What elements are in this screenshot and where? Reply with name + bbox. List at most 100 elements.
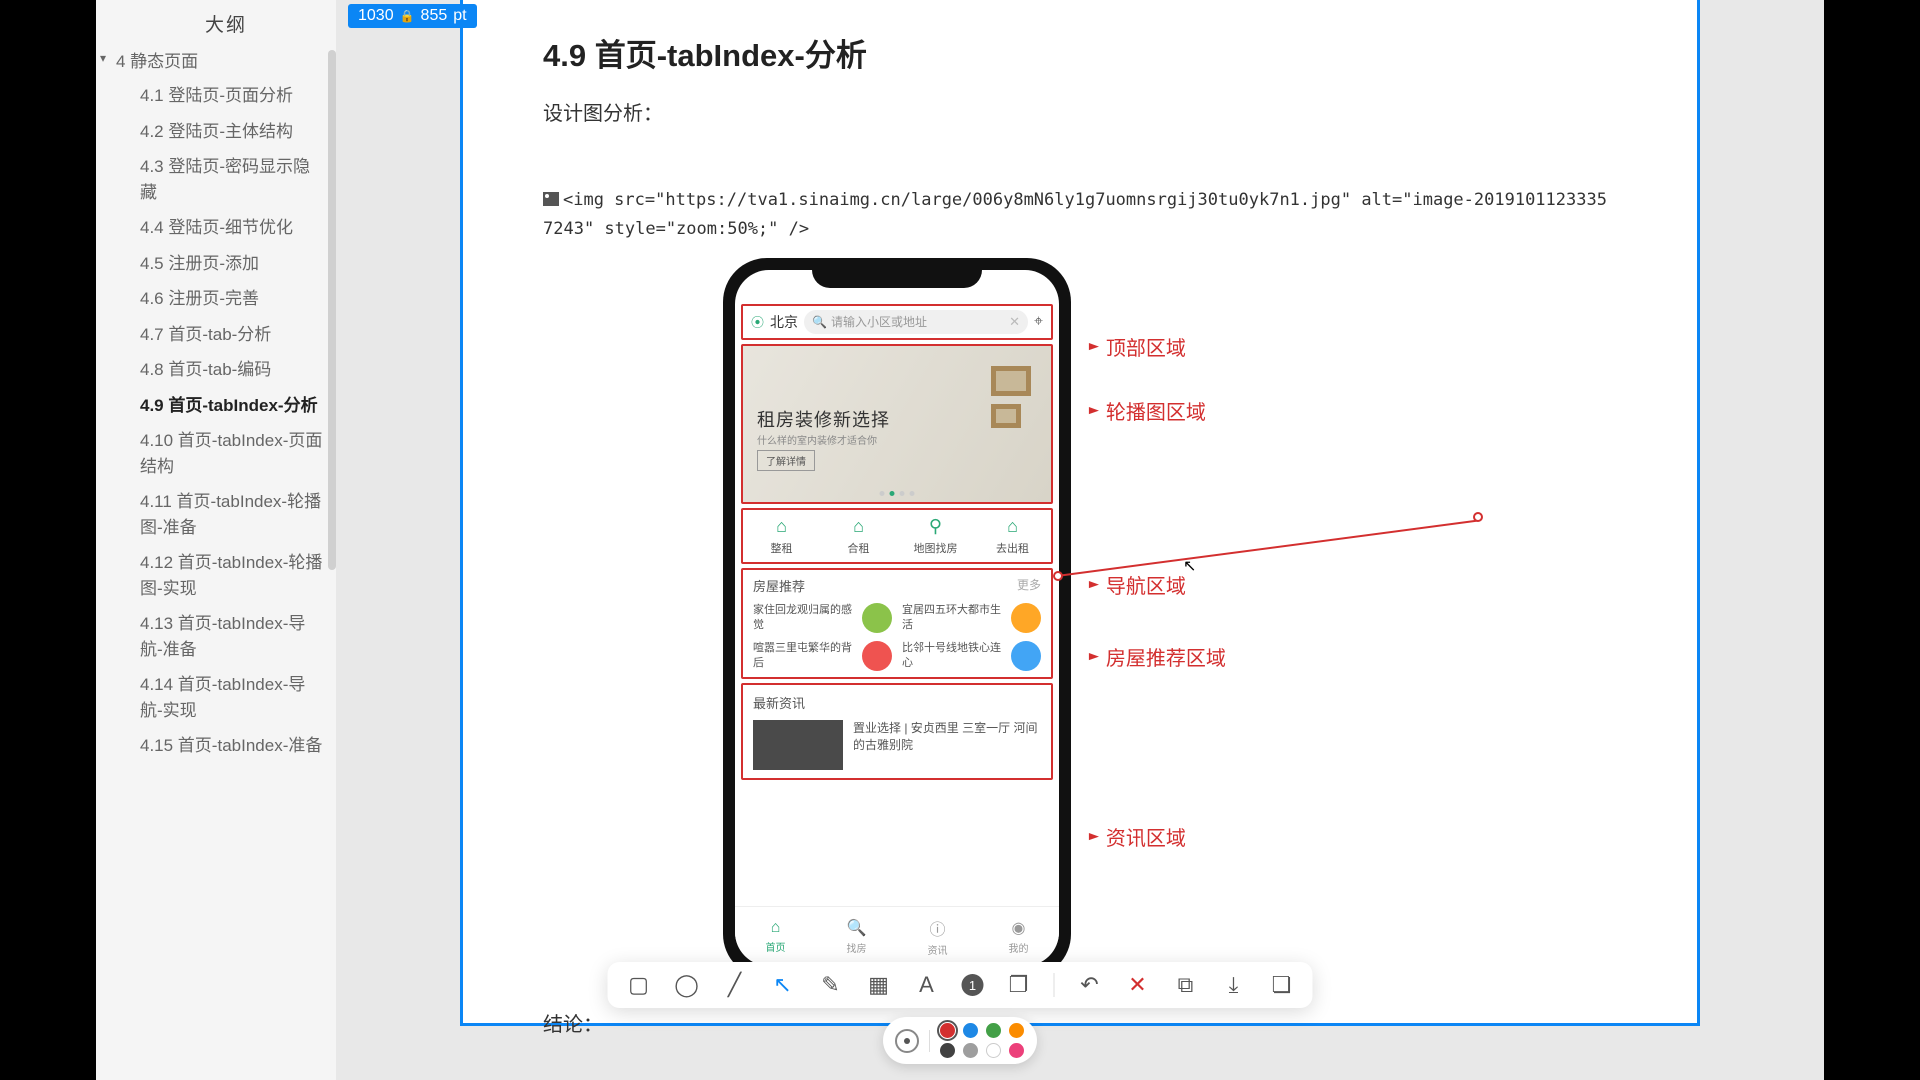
news-item[interactable]: 置业选择 | 安贞西里 三室一厅 河间的古雅别院 — [753, 720, 1041, 770]
toc-item[interactable]: 4.2 登陆页-主体结构 — [126, 114, 326, 150]
brush-size[interactable] — [895, 1029, 919, 1053]
map-icon[interactable]: ⌖ — [1034, 313, 1043, 331]
info-icon: ⓘ — [929, 916, 945, 940]
toc-item[interactable]: 4.15 首页-tabIndex-准备 — [126, 728, 326, 764]
share-house-icon: ⌂ — [853, 516, 864, 537]
rec-item[interactable]: 喧嚣三里屯繁华的背后 — [753, 641, 892, 671]
nav-item[interactable]: ⌂合租 — [820, 510, 897, 562]
toc-item[interactable]: 4.1 登陆页-页面分析 — [126, 78, 326, 114]
toc-item[interactable]: 4.3 登陆页-密码显示隐藏 — [126, 149, 326, 210]
close-button[interactable]: ✕ — [1125, 972, 1151, 998]
location-pin-icon: ⦿ — [751, 312, 764, 331]
rect-tool[interactable]: ▢ — [626, 972, 652, 998]
toc-item[interactable]: 4.9 首页-tabIndex-分析 — [126, 388, 326, 424]
cursor-icon: ↖ — [1183, 556, 1196, 576]
pencil-tool[interactable]: ✎ — [818, 972, 844, 998]
annot-rec: 房屋推荐区域 — [1088, 642, 1226, 671]
banner-subtitle: 什么样的室内装修才适合你 — [757, 432, 877, 447]
color-swatch[interactable] — [986, 1023, 1001, 1038]
drawn-arrow-line[interactable] — [1057, 519, 1479, 576]
page-heading: 4.9 首页-tabIndex-分析 — [543, 30, 1617, 75]
rent-out-icon: ⌂ — [1007, 516, 1018, 537]
dimension-badge: 1030 🔒 855 pt — [348, 4, 477, 28]
tab-home[interactable]: ⌂首页 — [735, 907, 816, 966]
toc-item[interactable]: 4.6 注册页-完善 — [126, 281, 326, 317]
rec-item[interactable]: 宜居四五环大都市生活 — [902, 603, 1041, 633]
house-icon: ⌂ — [776, 516, 787, 537]
arrow-tool[interactable]: ↖ — [770, 972, 796, 998]
color-swatch[interactable] — [986, 1043, 1001, 1058]
annot-top: 顶部区域 — [1088, 332, 1186, 361]
scrollbar[interactable] — [328, 50, 336, 570]
tabbar: ⌂首页 🔍找房 ⓘ资讯 ◉我的 — [735, 906, 1059, 966]
toc-item[interactable]: 4.4 登陆页-细节优化 — [126, 210, 326, 246]
section-heading[interactable]: 4 静态页面 — [116, 47, 326, 72]
undo-button[interactable]: ↶ — [1077, 972, 1103, 998]
mosaic-tool[interactable]: ▦ — [866, 972, 892, 998]
nav-item[interactable]: ⚲地图找房 — [897, 510, 974, 562]
annot-news: 资讯区域 — [1088, 822, 1186, 851]
color-swatch[interactable] — [963, 1043, 978, 1058]
code-snippet: <img src="https://tva1.sinaimg.cn/large/… — [543, 186, 1617, 244]
nav-zone: ⌂整租 ⌂合租 ⚲地图找房 ⌂去出租 — [741, 508, 1053, 564]
subtitle: 设计图分析： — [543, 97, 1617, 126]
banner-decor — [991, 366, 1031, 428]
phone-frame: ⦿ 北京 🔍 请输入小区或地址 ✕ ⌖ 租房装修新选择 什么样的室内装修才适 — [723, 258, 1071, 978]
ellipse-tool[interactable]: ◯ — [674, 972, 700, 998]
toc-item[interactable]: 4.14 首页-tabIndex-导航-实现 — [126, 667, 326, 728]
conclusion-label: 结论： — [543, 1008, 1617, 1037]
color-swatch[interactable] — [1009, 1043, 1024, 1058]
toc-item[interactable]: 4.5 注册页-添加 — [126, 246, 326, 282]
toc-item[interactable]: 4.12 首页-tabIndex-轮播图-实现 — [126, 545, 326, 606]
tab-search[interactable]: 🔍找房 — [816, 907, 897, 966]
annot-carousel: 轮播图区域 — [1088, 396, 1206, 425]
line-handle-end[interactable] — [1473, 512, 1483, 522]
text-tool[interactable]: A — [914, 972, 940, 998]
search-placeholder: 请输入小区或地址 — [831, 313, 927, 330]
color-swatch[interactable] — [940, 1023, 955, 1038]
news-thumb — [753, 720, 843, 770]
rec-item[interactable]: 家住回龙观归属的感觉 — [753, 603, 892, 633]
line-tool[interactable]: ╱ — [722, 972, 748, 998]
phone-mockup-area: ⦿ 北京 🔍 请输入小区或地址 ✕ ⌖ 租房装修新选择 什么样的室内装修才适 — [543, 258, 1617, 978]
annot-nav: 导航区域 — [1088, 570, 1186, 599]
rec-more-link[interactable]: 更多 — [1017, 576, 1041, 595]
toc-item[interactable]: 4.10 首页-tabIndex-页面结构 — [126, 423, 326, 484]
phone-notch — [812, 258, 982, 288]
color-swatch[interactable] — [940, 1043, 955, 1058]
recommend-zone: 房屋推荐更多 家住回龙观归属的感觉 宜居四五环大都市生活 喧嚣三里屯繁华的背后 … — [741, 568, 1053, 679]
city-label: 北京 — [770, 312, 798, 332]
lock-icon: 🔒 — [400, 9, 415, 23]
unit-label: pt — [453, 7, 466, 25]
toc-item[interactable]: 4.13 首页-tabIndex-导航-准备 — [126, 606, 326, 667]
nav-item[interactable]: ⌂整租 — [743, 510, 820, 562]
download-button[interactable]: ⤓ — [1221, 972, 1247, 998]
toc-item[interactable]: 4.7 首页-tab-分析 — [126, 317, 326, 353]
line-handle-start[interactable] — [1053, 571, 1063, 581]
outline-sidebar: 大纲 4 静态页面 4.1 登陆页-页面分析4.2 登陆页-主体结构4.3 登陆… — [96, 0, 336, 1080]
window-tool[interactable]: ❐ — [1006, 972, 1032, 998]
pin-button[interactable]: ⧉ — [1173, 972, 1199, 998]
color-swatch[interactable] — [963, 1023, 978, 1038]
annotation-toolbar: ▢ ◯ ╱ ↖ ✎ ▦ A 1 ❐ ↶ ✕ ⧉ ⤓ ❏ — [608, 962, 1313, 1008]
width-value: 1030 — [358, 7, 394, 25]
search-icon: 🔍 — [847, 918, 867, 938]
news-zone: 最新资讯 置业选择 | 安贞西里 三室一厅 河间的古雅别院 — [741, 683, 1053, 780]
home-icon: ⌂ — [771, 919, 781, 937]
copy-button[interactable]: ❏ — [1269, 972, 1295, 998]
nav-item[interactable]: ⌂去出租 — [974, 510, 1051, 562]
clear-icon[interactable]: ✕ — [1009, 314, 1020, 330]
rec-item[interactable]: 比邻十号线地铁心连心 — [902, 641, 1041, 671]
toc-item[interactable]: 4.11 首页-tabIndex-轮播图-准备 — [126, 484, 326, 545]
banner-button[interactable]: 了解详情 — [757, 450, 815, 471]
search-input[interactable]: 🔍 请输入小区或地址 ✕ — [804, 310, 1028, 334]
phone-screen: ⦿ 北京 🔍 请输入小区或地址 ✕ ⌖ 租房装修新选择 什么样的室内装修才适 — [735, 270, 1059, 966]
carousel-dots — [880, 491, 915, 496]
carousel-zone: 租房装修新选择 什么样的室内装修才适合你 了解详情 — [741, 344, 1053, 504]
number-tool[interactable]: 1 — [962, 974, 984, 996]
tab-news[interactable]: ⓘ资讯 — [897, 907, 978, 966]
tab-me[interactable]: ◉我的 — [978, 907, 1059, 966]
separator — [1054, 973, 1055, 997]
toc-item[interactable]: 4.8 首页-tab-编码 — [126, 352, 326, 388]
color-swatch[interactable] — [1009, 1023, 1024, 1038]
